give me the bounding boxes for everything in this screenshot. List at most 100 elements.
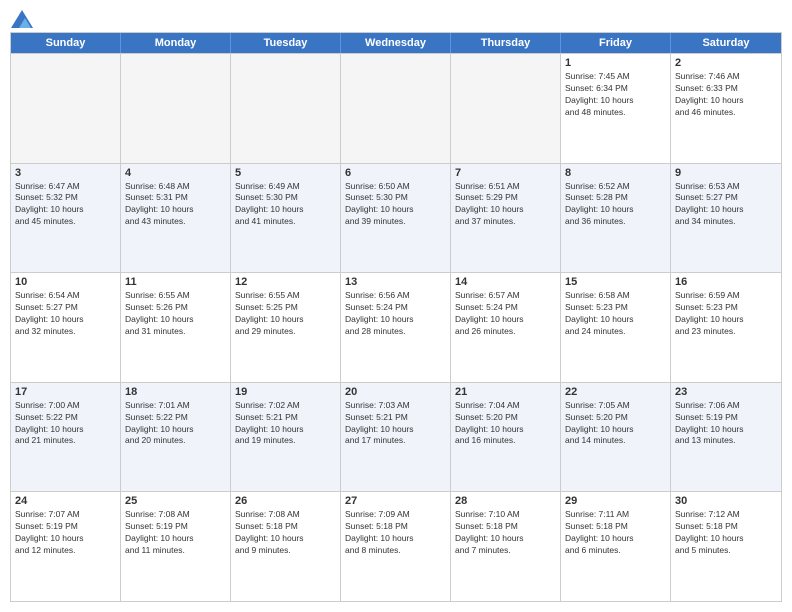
day-info: Sunrise: 7:04 AM Sunset: 5:20 PM Dayligh…	[455, 400, 556, 448]
day-info: Sunrise: 6:52 AM Sunset: 5:28 PM Dayligh…	[565, 181, 666, 229]
day-number: 1	[565, 57, 666, 69]
day-info: Sunrise: 6:54 AM Sunset: 5:27 PM Dayligh…	[15, 290, 116, 338]
calendar-cell: 19 Sunrise: 7:02 AM Sunset: 5:21 PM Dayli…	[231, 383, 341, 492]
day-number: 6	[345, 167, 446, 179]
day-number: 13	[345, 276, 446, 288]
day-number: 12	[235, 276, 336, 288]
day-info: Sunrise: 6:47 AM Sunset: 5:32 PM Dayligh…	[15, 181, 116, 229]
day-info: Sunrise: 6:50 AM Sunset: 5:30 PM Dayligh…	[345, 181, 446, 229]
day-info: Sunrise: 7:11 AM Sunset: 5:18 PM Dayligh…	[565, 509, 666, 557]
calendar-cell: 16Sunrise: 6:59 AM Sunset: 5:23 PM Dayli…	[671, 273, 781, 382]
calendar-row: 17 Sunrise: 7:00 AM Sunset: 5:22 PM Dayli…	[11, 382, 781, 492]
calendar-row: 1 Sunrise: 7:45 AM Sunset: 6:34 PM Daylig…	[11, 53, 781, 163]
day-number: 17	[15, 386, 116, 398]
day-info: Sunrise: 7:03 AM Sunset: 5:21 PM Dayligh…	[345, 400, 446, 448]
calendar-cell: 29 Sunrise: 7:11 AM Sunset: 5:18 PM Dayli…	[561, 492, 671, 601]
calendar-header-cell: Thursday	[451, 33, 561, 53]
calendar-cell: 22Sunrise: 7:05 AM Sunset: 5:20 PM Dayli…	[561, 383, 671, 492]
day-info: Sunrise: 7:00 AM Sunset: 5:22 PM Dayligh…	[15, 400, 116, 448]
calendar-cell	[231, 54, 341, 163]
day-number: 28	[455, 495, 556, 507]
calendar-cell: 10 Sunrise: 6:54 AM Sunset: 5:27 PM Dayli…	[11, 273, 121, 382]
day-info: Sunrise: 7:07 AM Sunset: 5:19 PM Dayligh…	[15, 509, 116, 557]
day-info: Sunrise: 7:01 AM Sunset: 5:22 PM Dayligh…	[125, 400, 226, 448]
calendar-cell: 21 Sunrise: 7:04 AM Sunset: 5:20 PM Dayli…	[451, 383, 561, 492]
day-info: Sunrise: 7:08 AM Sunset: 5:18 PM Dayligh…	[235, 509, 336, 557]
calendar-cell	[341, 54, 451, 163]
calendar-row: 24 Sunrise: 7:07 AM Sunset: 5:19 PM Dayli…	[11, 491, 781, 601]
calendar-cell: 7Sunrise: 6:51 AM Sunset: 5:29 PM Daylig…	[451, 164, 561, 273]
day-number: 15	[565, 276, 666, 288]
day-number: 29	[565, 495, 666, 507]
calendar-cell: 17 Sunrise: 7:00 AM Sunset: 5:22 PM Dayli…	[11, 383, 121, 492]
calendar-body: 1 Sunrise: 7:45 AM Sunset: 6:34 PM Daylig…	[11, 53, 781, 601]
day-info: Sunrise: 6:49 AM Sunset: 5:30 PM Dayligh…	[235, 181, 336, 229]
day-number: 9	[675, 167, 777, 179]
day-number: 4	[125, 167, 226, 179]
calendar-cell: 11 Sunrise: 6:55 AM Sunset: 5:26 PM Dayli…	[121, 273, 231, 382]
day-info: Sunrise: 6:59 AM Sunset: 5:23 PM Dayligh…	[675, 290, 777, 338]
logo-icon	[11, 10, 33, 28]
day-number: 23	[675, 386, 777, 398]
calendar-cell: 13Sunrise: 6:56 AM Sunset: 5:24 PM Dayli…	[341, 273, 451, 382]
day-number: 26	[235, 495, 336, 507]
calendar-cell: 1 Sunrise: 7:45 AM Sunset: 6:34 PM Daylig…	[561, 54, 671, 163]
day-info: Sunrise: 7:10 AM Sunset: 5:18 PM Dayligh…	[455, 509, 556, 557]
calendar-row: 10 Sunrise: 6:54 AM Sunset: 5:27 PM Dayli…	[11, 272, 781, 382]
day-number: 27	[345, 495, 446, 507]
day-info: Sunrise: 7:12 AM Sunset: 5:18 PM Dayligh…	[675, 509, 777, 557]
calendar-header-cell: Tuesday	[231, 33, 341, 53]
header	[10, 10, 782, 24]
day-number: 25	[125, 495, 226, 507]
calendar-cell: 12 Sunrise: 6:55 AM Sunset: 5:25 PM Dayli…	[231, 273, 341, 382]
day-number: 11	[125, 276, 226, 288]
calendar-cell: 6 Sunrise: 6:50 AM Sunset: 5:30 PM Daylig…	[341, 164, 451, 273]
day-number: 7	[455, 167, 556, 179]
calendar: SundayMondayTuesdayWednesdayThursdayFrid…	[10, 32, 782, 602]
calendar-cell: 9 Sunrise: 6:53 AM Sunset: 5:27 PM Daylig…	[671, 164, 781, 273]
day-info: Sunrise: 7:45 AM Sunset: 6:34 PM Dayligh…	[565, 71, 666, 119]
day-info: Sunrise: 7:02 AM Sunset: 5:21 PM Dayligh…	[235, 400, 336, 448]
calendar-cell	[451, 54, 561, 163]
day-number: 14	[455, 276, 556, 288]
calendar-cell: 23 Sunrise: 7:06 AM Sunset: 5:19 PM Dayli…	[671, 383, 781, 492]
day-info: Sunrise: 7:08 AM Sunset: 5:19 PM Dayligh…	[125, 509, 226, 557]
day-info: Sunrise: 6:57 AM Sunset: 5:24 PM Dayligh…	[455, 290, 556, 338]
day-number: 2	[675, 57, 777, 69]
calendar-cell	[121, 54, 231, 163]
day-info: Sunrise: 7:46 AM Sunset: 6:33 PM Dayligh…	[675, 71, 777, 119]
day-info: Sunrise: 7:06 AM Sunset: 5:19 PM Dayligh…	[675, 400, 777, 448]
day-info: Sunrise: 6:55 AM Sunset: 5:25 PM Dayligh…	[235, 290, 336, 338]
day-number: 24	[15, 495, 116, 507]
calendar-cell: 18Sunrise: 7:01 AM Sunset: 5:22 PM Dayli…	[121, 383, 231, 492]
calendar-header-cell: Sunday	[11, 33, 121, 53]
calendar-cell: 14 Sunrise: 6:57 AM Sunset: 5:24 PM Dayli…	[451, 273, 561, 382]
day-info: Sunrise: 6:58 AM Sunset: 5:23 PM Dayligh…	[565, 290, 666, 338]
day-number: 19	[235, 386, 336, 398]
day-info: Sunrise: 6:48 AM Sunset: 5:31 PM Dayligh…	[125, 181, 226, 229]
day-number: 8	[565, 167, 666, 179]
calendar-cell: 4 Sunrise: 6:48 AM Sunset: 5:31 PM Daylig…	[121, 164, 231, 273]
day-info: Sunrise: 6:55 AM Sunset: 5:26 PM Dayligh…	[125, 290, 226, 338]
calendar-cell: 27 Sunrise: 7:09 AM Sunset: 5:18 PM Dayli…	[341, 492, 451, 601]
calendar-cell: 15 Sunrise: 6:58 AM Sunset: 5:23 PM Dayli…	[561, 273, 671, 382]
calendar-cell: 5 Sunrise: 6:49 AM Sunset: 5:30 PM Daylig…	[231, 164, 341, 273]
logo	[10, 10, 33, 24]
day-info: Sunrise: 6:53 AM Sunset: 5:27 PM Dayligh…	[675, 181, 777, 229]
page: SundayMondayTuesdayWednesdayThursdayFrid…	[0, 0, 792, 612]
calendar-cell: 30 Sunrise: 7:12 AM Sunset: 5:18 PM Dayli…	[671, 492, 781, 601]
day-number: 5	[235, 167, 336, 179]
calendar-header-cell: Saturday	[671, 33, 781, 53]
day-info: Sunrise: 7:09 AM Sunset: 5:18 PM Dayligh…	[345, 509, 446, 557]
day-number: 10	[15, 276, 116, 288]
day-number: 21	[455, 386, 556, 398]
calendar-cell: 28 Sunrise: 7:10 AM Sunset: 5:18 PM Dayli…	[451, 492, 561, 601]
calendar-cell: 25 Sunrise: 7:08 AM Sunset: 5:19 PM Dayli…	[121, 492, 231, 601]
calendar-cell: 24 Sunrise: 7:07 AM Sunset: 5:19 PM Dayli…	[11, 492, 121, 601]
day-number: 30	[675, 495, 777, 507]
calendar-cell: 8 Sunrise: 6:52 AM Sunset: 5:28 PM Daylig…	[561, 164, 671, 273]
day-number: 3	[15, 167, 116, 179]
calendar-cell	[11, 54, 121, 163]
calendar-row: 3 Sunrise: 6:47 AM Sunset: 5:32 PM Daylig…	[11, 163, 781, 273]
calendar-cell: 26 Sunrise: 7:08 AM Sunset: 5:18 PM Dayli…	[231, 492, 341, 601]
